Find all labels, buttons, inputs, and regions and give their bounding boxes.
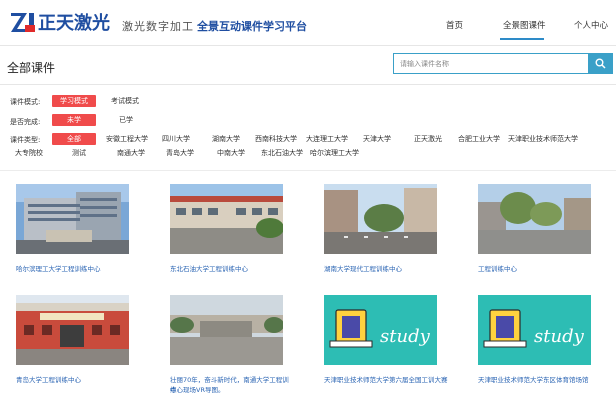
filter-label-mode: 课件模式:: [10, 98, 41, 106]
course-card[interactable]: 工程训练中心: [478, 184, 591, 273]
filter-type-item[interactable]: 东北石油大学: [261, 147, 303, 159]
filter-label-done: 是否完成:: [10, 118, 41, 126]
filter-type-item[interactable]: 大专院校: [15, 147, 43, 159]
search-icon: [595, 58, 606, 69]
filter-type-item[interactable]: 测试: [72, 147, 86, 159]
course-thumbnail[interactable]: [16, 184, 129, 254]
course-card[interactable]: 哈尔滨理工大学工程训练中心: [16, 184, 129, 273]
course-card[interactable]: 湖南大学现代工程训练中心: [324, 184, 437, 273]
filter-option-exam-mode[interactable]: 考试模式: [111, 95, 139, 107]
filter-type-item[interactable]: 天津职业技术师范大学: [508, 133, 578, 145]
course-card[interactable]: study 天津职业技术师范大学东区体育馆场馆: [478, 295, 591, 384]
filter-type-item[interactable]: 西南科技大学: [255, 133, 297, 145]
filter-type-item[interactable]: 青岛大学: [166, 147, 194, 159]
filter-option-study-mode[interactable]: 学习模式: [52, 95, 96, 107]
slogan: 激光数字加工: [122, 20, 194, 33]
course-title[interactable]: 哈尔滨理工大学工程训练中心: [16, 264, 141, 274]
filter-option-not-studied[interactable]: 未学: [52, 114, 96, 126]
filter-type-item[interactable]: 天津大学: [363, 133, 391, 145]
course-card[interactable]: 青岛大学工程训练中心: [16, 295, 129, 384]
course-card[interactable]: 壮丽70年，奋斗新时代，南通大学工程训练 中心现场VR导图。: [170, 295, 289, 394]
course-thumbnail[interactable]: [478, 184, 591, 254]
logo-mark-icon: [11, 13, 35, 32]
logo[interactable]: 正天激光: [10, 9, 110, 35]
course-card[interactable]: study 天津职业技术师范大学第六届全国工训大赛: [324, 295, 448, 384]
course-title[interactable]: 天津职业技术师范大学东区体育馆场馆: [478, 375, 603, 385]
filter-type-item[interactable]: 合肥工业大学: [458, 133, 500, 145]
course-title[interactable]: 天津职业技术师范大学第六届全国工训大赛: [324, 375, 449, 385]
search-box: [393, 53, 613, 74]
filter-type-item[interactable]: 正天激光: [414, 133, 442, 145]
study-label: study: [380, 326, 431, 347]
course-thumbnail[interactable]: [16, 295, 129, 365]
course-thumbnail[interactable]: [324, 184, 437, 254]
filter-type-item[interactable]: 中南大学: [217, 147, 245, 159]
divider: [0, 170, 616, 171]
filter-option-studied[interactable]: 已学: [119, 114, 133, 126]
platform-name: 全景互动课件学习平台: [197, 20, 307, 33]
search-button[interactable]: [588, 54, 612, 73]
divider: [0, 84, 616, 85]
filter-type-item[interactable]: 湖南大学: [212, 133, 240, 145]
filter-type-item[interactable]: 哈尔滨理工大学: [310, 147, 359, 159]
course-thumbnail[interactable]: [170, 184, 284, 254]
course-title-line2[interactable]: 中心现场VR导图。: [170, 385, 295, 395]
filter-label-type: 课件类型:: [10, 136, 41, 144]
course-card[interactable]: 东北石油大学工程训练中心: [170, 184, 284, 273]
filter-type-item[interactable]: 四川大学: [162, 133, 190, 145]
filter-type-item[interactable]: 大连理工大学: [306, 133, 348, 145]
nav-panorama-courses[interactable]: 全景图课件: [503, 19, 546, 31]
course-title[interactable]: 青岛大学工程训练中心: [16, 375, 141, 385]
study-illustration-icon[interactable]: study: [324, 295, 437, 365]
study-label: study: [534, 326, 585, 347]
course-title[interactable]: 湖南大学现代工程训练中心: [324, 264, 449, 274]
course-title[interactable]: 东北石油大学工程训练中心: [170, 264, 295, 274]
search-input[interactable]: [394, 54, 589, 73]
filter-type-all[interactable]: 全部: [52, 133, 96, 145]
study-illustration-icon[interactable]: study: [478, 295, 591, 365]
nav-home[interactable]: 首页: [446, 19, 463, 31]
logo-text: 正天激光: [38, 13, 110, 34]
nav-user-center[interactable]: 个人中心: [574, 19, 608, 31]
page-title: 全部课件: [7, 61, 56, 75]
course-thumbnail[interactable]: [170, 295, 284, 365]
filter-type-item[interactable]: 南通大学: [117, 147, 145, 159]
site-header: 正天激光 激光数字加工 全景互动课件学习平台 首页 全景图课件 个人中心: [0, 0, 616, 46]
filter-type-item[interactable]: 安徽工程大学: [106, 133, 148, 145]
course-title[interactable]: 工程训练中心: [478, 264, 603, 274]
nav-active-indicator: [500, 38, 544, 40]
